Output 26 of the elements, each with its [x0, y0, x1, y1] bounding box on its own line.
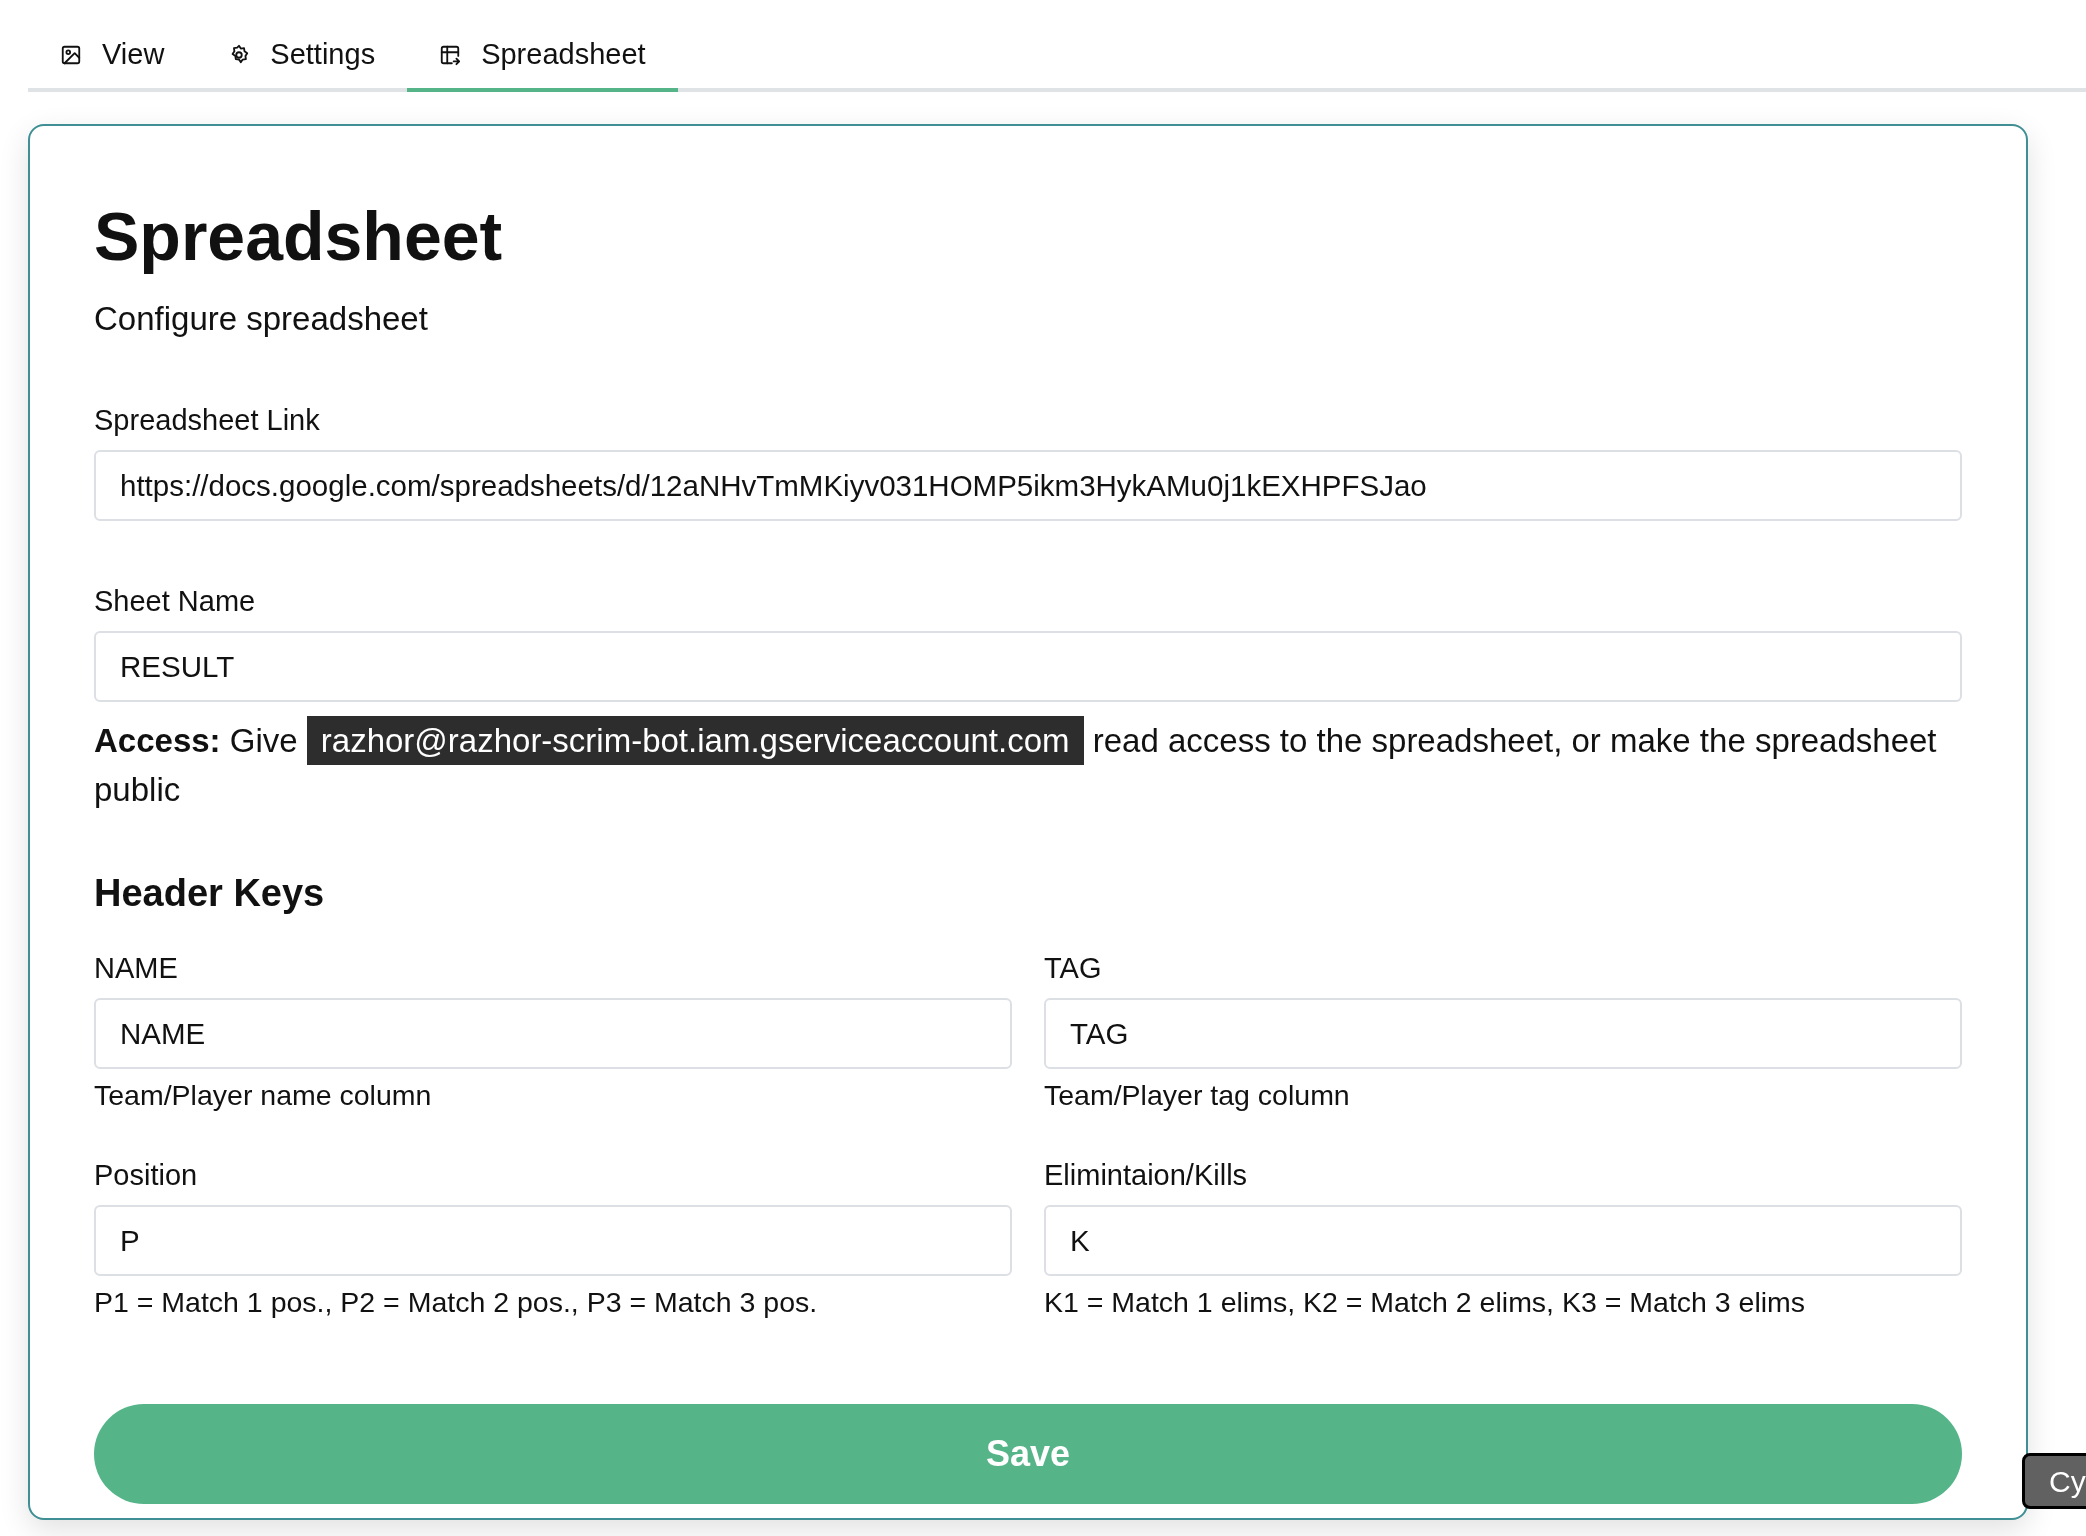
help-text: K1 = Match 1 elims, K2 = Match 2 elims, K3 = Match 3 elims — [1044, 1285, 1807, 1320]
help-text: Team/Player name column — [94, 1078, 433, 1113]
field-label: Sheet Name — [94, 584, 257, 619]
field-label: TAG — [1044, 951, 1103, 986]
tab[interactable]: View — [28, 22, 197, 92]
subtitle: Configure spreadsheet — [94, 299, 429, 339]
field-label: Spreadsheet Link — [94, 403, 321, 438]
section-title: Header Keys — [94, 871, 326, 916]
tab[interactable]: Settings — [196, 22, 408, 92]
input-field[interactable]: TAG — [1044, 998, 1962, 1069]
input-field[interactable]: K — [1044, 1205, 1962, 1276]
help-text: P1 = Match 1 pos., P2 = Match 2 pos., P3 = Match 3 pos. — [94, 1285, 819, 1320]
help-text: Team/Player tag column — [1044, 1078, 1351, 1113]
input-field[interactable]: https://docs.google.com/spreadsheets/d/12aNHvTmMKiyv031HOMP5ikm3HykAMu0j1kEXHPFSJao — [94, 450, 1962, 521]
input-field[interactable]: RESULT — [94, 631, 1962, 702]
tab[interactable]: Spreadsheet — [407, 22, 678, 92]
field-label: Elimintaion/Kills — [1044, 1158, 1249, 1193]
input-field[interactable]: P — [94, 1205, 1012, 1276]
input-field[interactable]: NAME — [94, 998, 1012, 1069]
access-note: Access: Give razhor@razhor-scrim-bot.iam.gserviceaccount.com read access to the spreadsheet, or make the spreadsheet public — [94, 716, 1962, 814]
page-title: Spreadsheet — [94, 197, 504, 276]
field-label: Position — [94, 1158, 199, 1193]
table-icon — [439, 44, 462, 66]
overlay-button[interactable]: Cy — [2022, 1453, 2086, 1509]
field-label: NAME — [94, 951, 179, 986]
image-icon — [60, 44, 82, 66]
